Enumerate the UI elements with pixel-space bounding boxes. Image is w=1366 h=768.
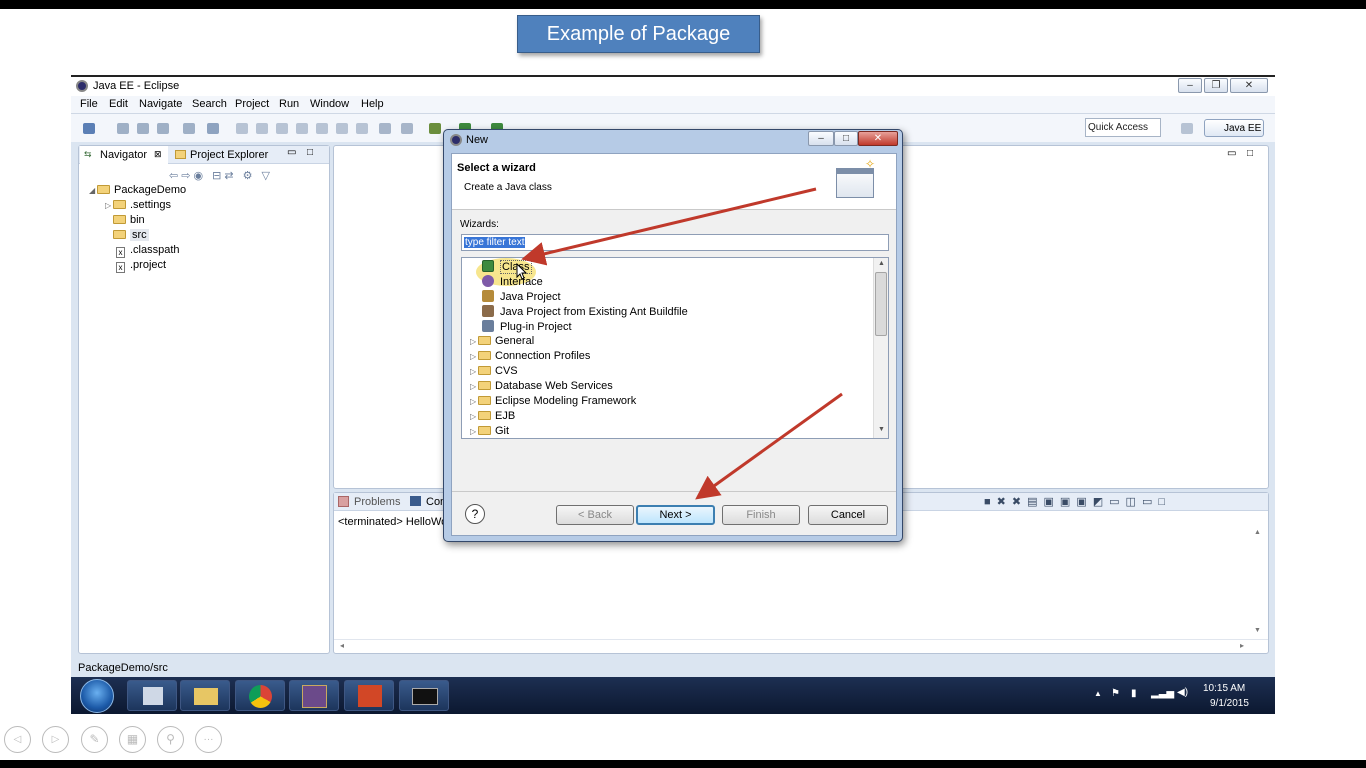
more-options-icon[interactable]: ··· [195,726,222,753]
annotation-arrows [516,187,843,500]
mouse-cursor-icon [516,262,528,280]
slide-controls: ◁ ▷ ✎ ▦ ⚲ ··· [4,726,226,754]
next-slide-icon[interactable]: ▷ [42,726,69,753]
arrow-to-next [695,392,843,500]
zoom-icon[interactable]: ⚲ [157,726,184,753]
arrow-to-class [521,187,817,266]
see-all-slides-icon[interactable]: ▦ [119,726,146,753]
previous-slide-icon[interactable]: ◁ [4,726,31,753]
pen-icon[interactable]: ✎ [81,726,108,753]
bottom-letterbox [0,760,1366,768]
